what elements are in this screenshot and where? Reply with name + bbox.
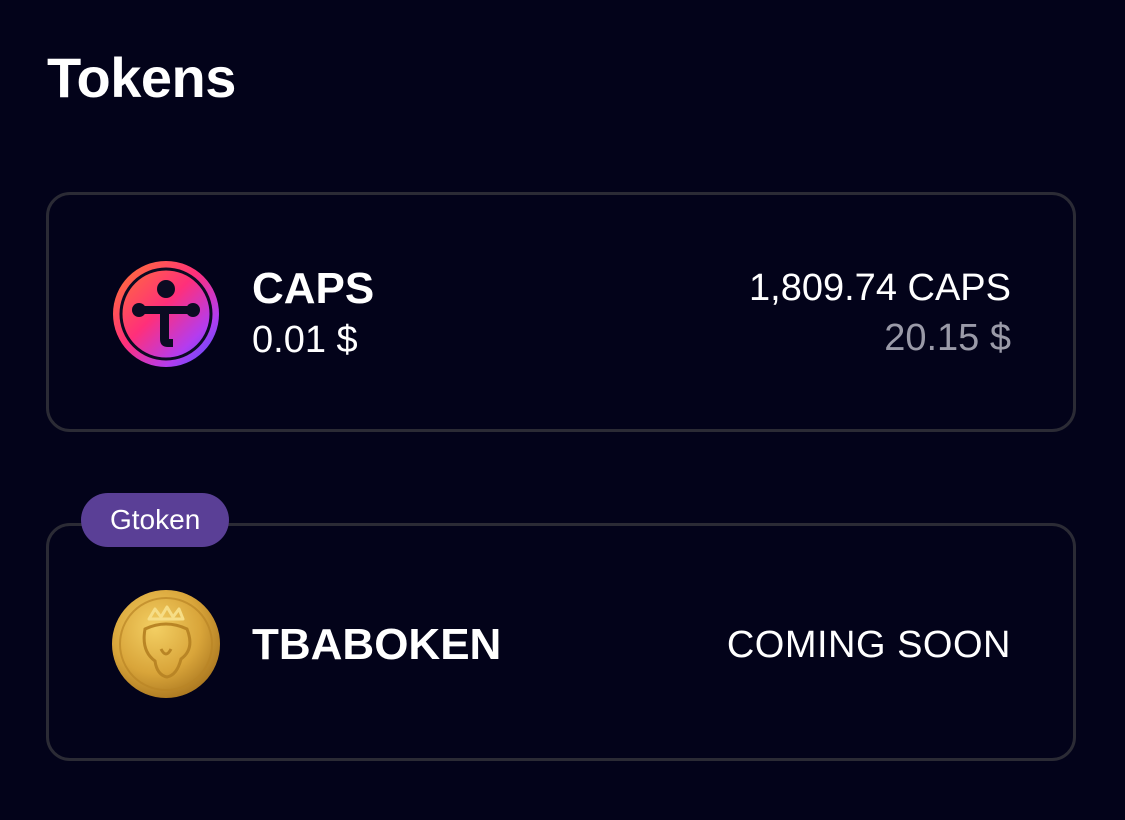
caps-token-icon xyxy=(113,261,219,367)
token-balance-usd: 20.15 $ xyxy=(884,317,1011,359)
token-name: CAPS xyxy=(252,264,375,313)
token-card-tbaboken[interactable]: TBABOKEN COMING SOON xyxy=(46,523,1076,761)
gtoken-badge: Gtoken xyxy=(81,493,230,547)
token-price: 0.01 $ xyxy=(252,319,358,361)
token-card-caps[interactable]: CAPS 0.01 $ 1,809.74 CAPS 20.15 $ xyxy=(46,192,1076,432)
tbaboken-token-icon xyxy=(112,590,220,698)
page-title: Tokens xyxy=(47,46,236,109)
token-balance: 1,809.74 CAPS xyxy=(749,267,1011,309)
token-name: TBABOKEN xyxy=(252,620,502,669)
tokens-page: Tokens CAPS 0.01 $ 1,809.74 CAPS 20.15 $ xyxy=(0,0,1125,820)
coming-soon-label: COMING SOON xyxy=(726,624,1011,666)
